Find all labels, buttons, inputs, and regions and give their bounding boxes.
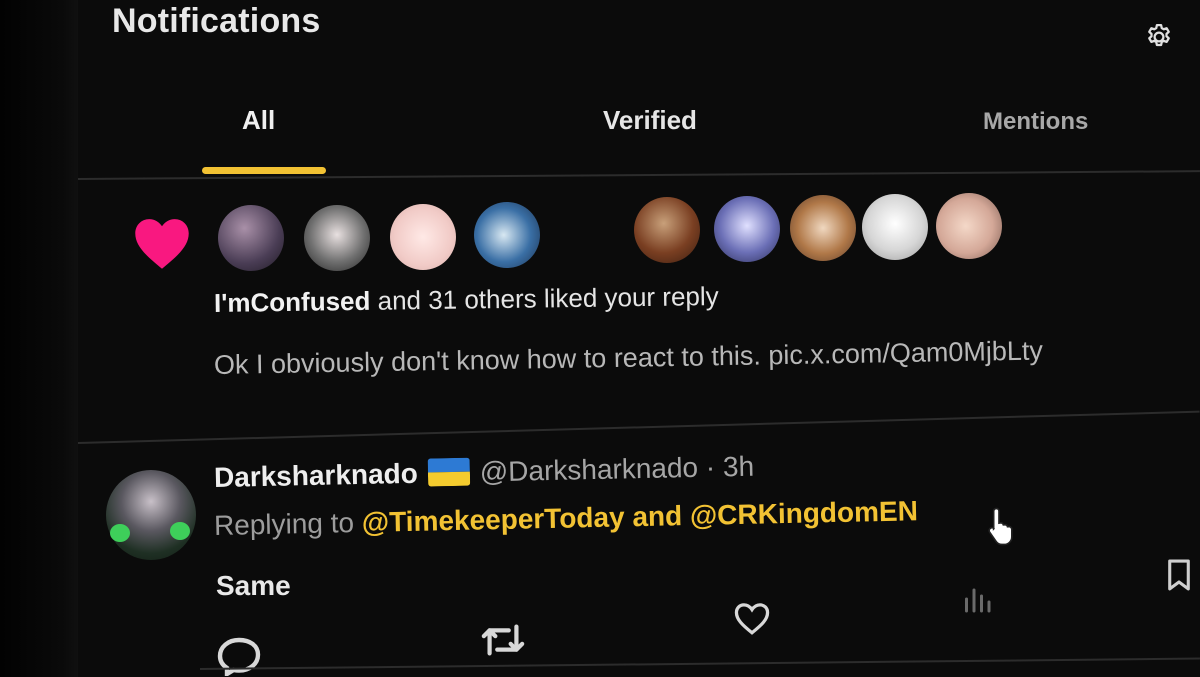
tab-all[interactable]: All [242,105,275,136]
retweet-icon[interactable] [480,620,526,660]
page-title: Notifications [112,2,321,40]
tab-mentions[interactable]: Mentions [983,108,1088,136]
avatar[interactable] [390,204,456,270]
like-icon[interactable] [732,600,772,636]
screen-bezel [0,0,78,677]
avatar-detail [110,524,130,542]
avatar[interactable] [218,205,284,271]
avatar[interactable] [106,470,196,560]
like-summary-text: and 31 others liked your reply [370,280,719,316]
hand-cursor-icon [988,507,1013,546]
stats-icon[interactable] [962,584,992,614]
heart-icon [135,219,189,269]
tab-verified[interactable]: Verified [603,105,697,136]
avatar[interactable] [304,205,370,271]
header: Notifications [112,0,1192,60]
replying-prefix: Replying to [213,506,363,541]
reply-icon[interactable] [214,636,264,676]
liker-name[interactable]: I'mConfused [214,286,371,318]
mention-link[interactable]: @TimekeeperToday [362,501,625,537]
avatar[interactable] [634,197,700,263]
handle-and-time: @Darksharknado · 3h [479,450,755,488]
bookmark-icon[interactable] [1166,558,1192,592]
avatar[interactable] [936,193,1002,259]
display-name[interactable]: Darksharknado [214,458,418,493]
avatar[interactable] [714,196,780,262]
avatar[interactable] [474,202,540,268]
mention-joiner: and [624,500,691,533]
gear-icon[interactable] [1144,22,1174,52]
avatar[interactable] [790,195,856,261]
mention-link[interactable]: @CRKingdomEN [690,495,919,531]
ukraine-flag-icon [427,457,471,487]
avatar-detail [170,522,190,540]
post-text: Same [216,570,291,601]
active-tab-indicator [202,167,326,174]
notification-tabs: All Verified Mentions [78,95,1200,177]
avatar[interactable] [862,194,928,260]
